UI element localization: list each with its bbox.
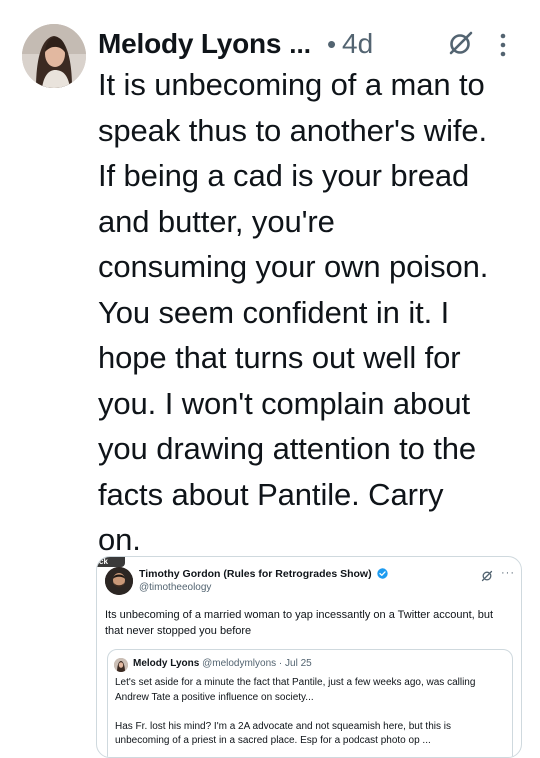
embedded-avatar	[105, 567, 133, 595]
quoted-tweet: Melody Lyons @melodymlyons · Jul 25 Let'…	[107, 649, 513, 757]
embedded-author-name-text: Timothy Gordon (Rules for Retrogrades Sh…	[139, 568, 372, 580]
quoted-author-name: Melody Lyons	[133, 658, 200, 669]
embedded-screenshot[interactable]: ck Timothy Gordon (Rules for Retrogrades…	[96, 556, 522, 758]
quoted-author-meta: @melodymlyons · Jul 25	[202, 658, 312, 669]
quoted-paragraph-1: Let's set aside for a minute the fact th…	[115, 677, 476, 703]
embedded-handle: @timotheeology	[139, 582, 212, 593]
tweet: Melody Lyons ... • 4d It is unbecoming o…	[0, 0, 540, 758]
avatar[interactable]	[22, 24, 86, 88]
embedded-grok-icon	[481, 569, 493, 582]
verified-icon	[376, 568, 388, 579]
author-name[interactable]: Melody Lyons	[98, 28, 281, 60]
timestamp[interactable]: 4d	[342, 28, 373, 60]
name-ellipsis: ...	[289, 28, 311, 59]
embedded-tweet-text: Its unbecoming of a married woman to yap…	[105, 609, 494, 637]
separator-dot: •	[326, 28, 337, 59]
embedded-more-icon: ···	[501, 567, 515, 579]
more-icon[interactable]	[498, 32, 508, 58]
quoted-author: Melody Lyons @melodymlyons · Jul 25	[133, 658, 312, 669]
back-label: ck	[97, 557, 125, 567]
quoted-text: Let's set aside for a minute the fact th…	[115, 676, 507, 757]
embedded-author-name: Timothy Gordon (Rules for Retrogrades Sh…	[139, 568, 388, 580]
tweet-header: Melody Lyons ... • 4d	[98, 22, 522, 66]
quoted-avatar	[114, 658, 128, 672]
tweet-text: It is unbecoming of a man to speak thus …	[98, 67, 489, 557]
grok-icon[interactable]	[446, 30, 474, 58]
quoted-paragraph-2: Has Fr. lost his mind? I'm a 2A advocate…	[115, 720, 451, 747]
